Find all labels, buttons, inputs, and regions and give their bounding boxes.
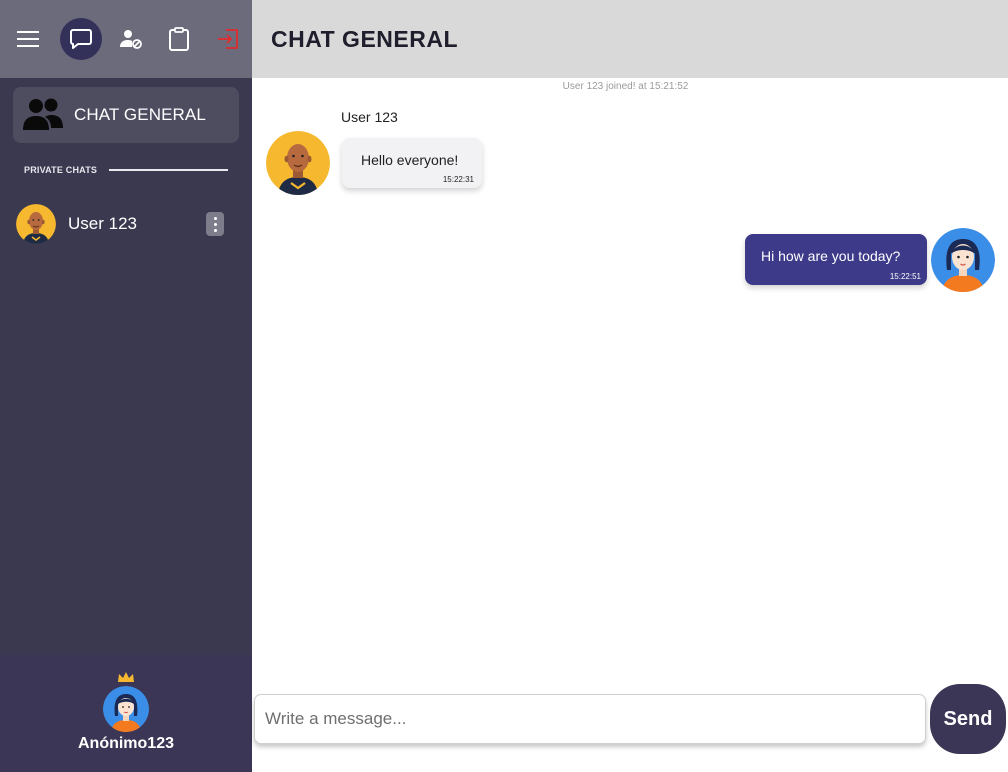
message-text: Hi how are you today? (761, 248, 901, 264)
message-sender-name: User 123 (341, 109, 398, 125)
menu-button[interactable] (7, 18, 49, 60)
send-button[interactable]: Send (930, 684, 1006, 754)
system-message: User 123 joined! at 15:21:52 (562, 81, 689, 92)
private-chat-item[interactable]: User 123 (16, 202, 230, 246)
clipboard-icon (169, 27, 189, 51)
logout-button[interactable] (207, 18, 249, 60)
sender-avatar (266, 131, 330, 195)
profile-avatar[interactable] (103, 686, 149, 732)
chat-icon (70, 29, 92, 49)
general-chat-label: CHAT GENERAL (74, 105, 206, 124)
more-options-button[interactable] (206, 212, 224, 236)
profile-name: Anónimo123 (77, 735, 174, 752)
private-chat-name: User 123 (68, 214, 137, 233)
message-input[interactable] (255, 695, 925, 743)
avatar (16, 204, 56, 244)
private-chats-header: PRIVATE CHATS (24, 164, 228, 176)
user-block-icon (120, 30, 142, 49)
message-text: Hello everyone! (361, 152, 459, 168)
crown-icon (118, 672, 134, 682)
chat-header: CHAT GENERAL (252, 0, 1008, 78)
page-title: CHAT GENERAL (271, 26, 459, 52)
section-divider (109, 169, 228, 171)
message-bubble-incoming: Hello everyone! 15:22:31 (342, 138, 482, 188)
chat-button[interactable] (60, 18, 102, 60)
logout-icon (218, 29, 238, 49)
group-icon (23, 98, 63, 130)
clipboard-button[interactable] (158, 18, 200, 60)
blocked-users-button[interactable] (110, 18, 152, 60)
sidebar: CHAT GENERAL PRIVATE CHATS User 123 Anón… (0, 0, 252, 772)
sidebar-toolbar (0, 0, 252, 78)
message-input-wrapper (254, 694, 926, 744)
menu-icon (17, 31, 39, 47)
kebab-icon (213, 216, 217, 220)
message-time: 15:22:31 (442, 175, 474, 184)
own-avatar (931, 228, 995, 292)
message-time: 15:22:51 (889, 272, 921, 281)
private-chats-label: PRIVATE CHATS (24, 165, 98, 175)
sidebar-item-general-chat[interactable]: CHAT GENERAL (13, 87, 239, 143)
message-bubble-outgoing: Hi how are you today? 15:22:51 (745, 234, 927, 285)
